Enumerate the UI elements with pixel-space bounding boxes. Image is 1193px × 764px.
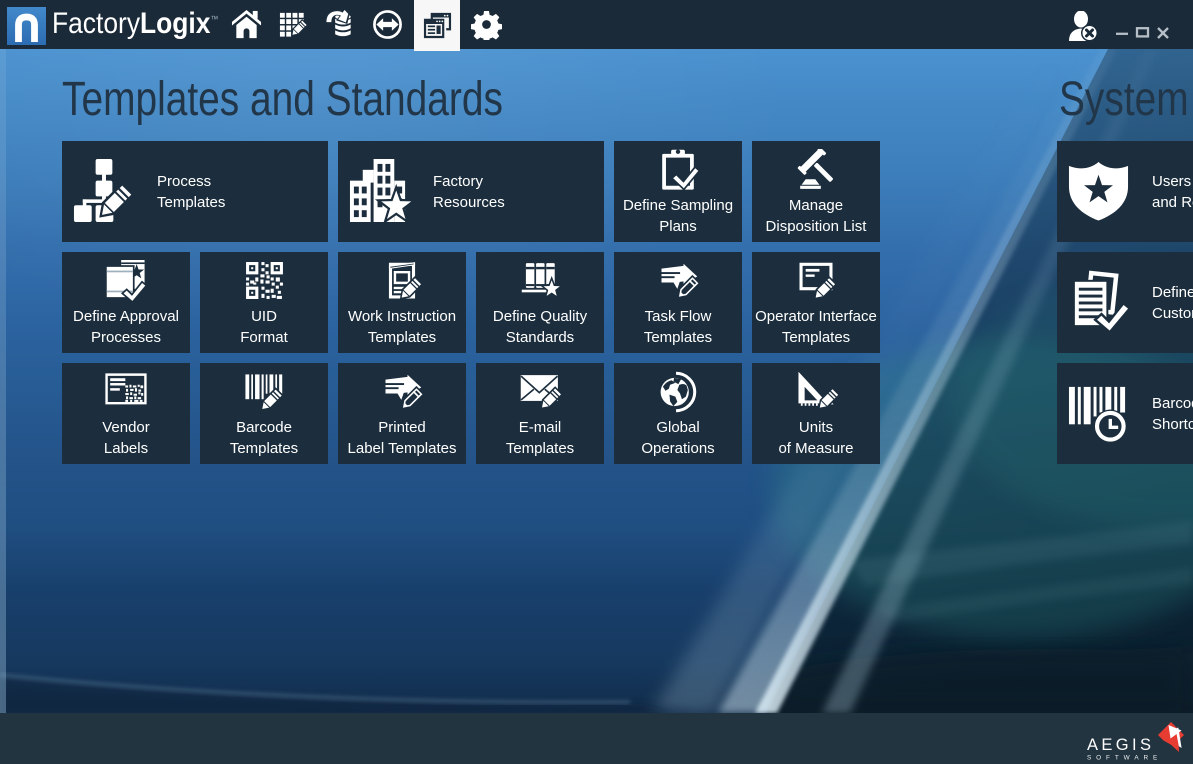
svg-text:AEGIS: AEGIS	[1087, 736, 1154, 754]
svg-text:SOFTWARE: SOFTWARE	[1087, 755, 1162, 762]
